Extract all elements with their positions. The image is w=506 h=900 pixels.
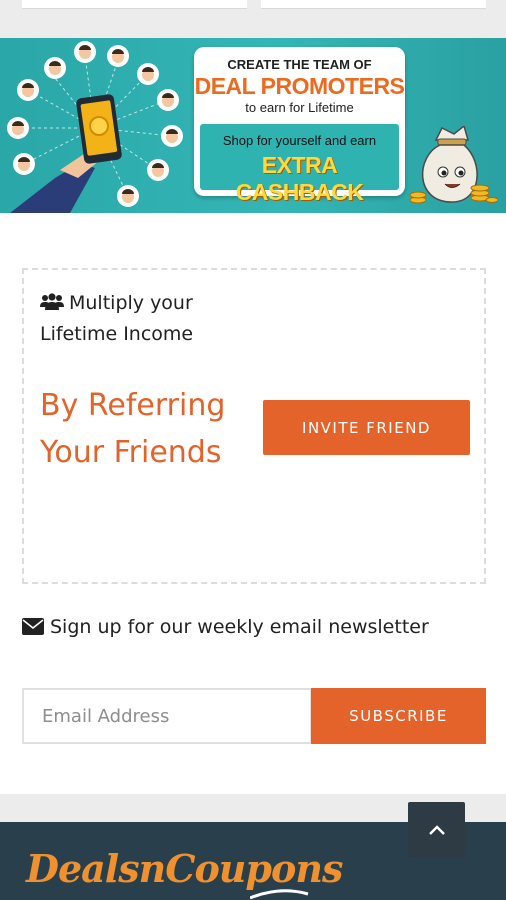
banner-cashback-title: EXTRA CASHBACK [235, 152, 364, 205]
chevron-up-icon [428, 825, 445, 835]
banner-title: DEAL PROMOTERS [194, 73, 405, 99]
newsletter-heading: Sign up for our weekly email newsletter [22, 612, 492, 643]
envelope-icon [22, 618, 44, 635]
deal-promoters-banner[interactable]: CREATE THE TEAM OF DEAL PROMOTERS to ear… [0, 38, 506, 213]
logo-swoosh-icon [250, 889, 309, 900]
invite-friend-button[interactable]: INVITE FRIEND [263, 400, 470, 455]
multiply-income-heading: Multiply your Lifetime Income [40, 288, 230, 350]
email-address-input[interactable] [22, 688, 312, 744]
banner-subtitle: to earn for Lifetime [245, 100, 354, 115]
newsletter-text: Sign up for our weekly email newsletter [50, 616, 429, 638]
users-icon [40, 293, 64, 310]
banner-promo-card: CREATE THE TEAM OF DEAL PROMOTERS to ear… [194, 47, 405, 205]
banner-cashback-panel: Shop for yourself and earn EXTRA CASHBAC… [200, 124, 399, 205]
referral-network-illustration [7, 41, 183, 213]
product-card-right[interactable] [261, 0, 486, 9]
dealsncoupons-logo[interactable]: DealsnCoupons [26, 846, 343, 891]
subscribe-button[interactable]: SUBSCRIBE [311, 688, 486, 744]
referral-box: Multiply your Lifetime Income By Referri… [22, 268, 486, 584]
banner-cashback-text: Shop for yourself and earn [222, 133, 377, 148]
banner-heading: CREATE THE TEAM OF [227, 57, 372, 72]
scroll-to-top-button[interactable] [408, 802, 465, 858]
money-bag-icon [409, 126, 498, 204]
product-card-left[interactable] [22, 0, 247, 9]
top-strip [0, 0, 506, 38]
referring-friends-text: By Referring Your Friends [40, 388, 226, 470]
